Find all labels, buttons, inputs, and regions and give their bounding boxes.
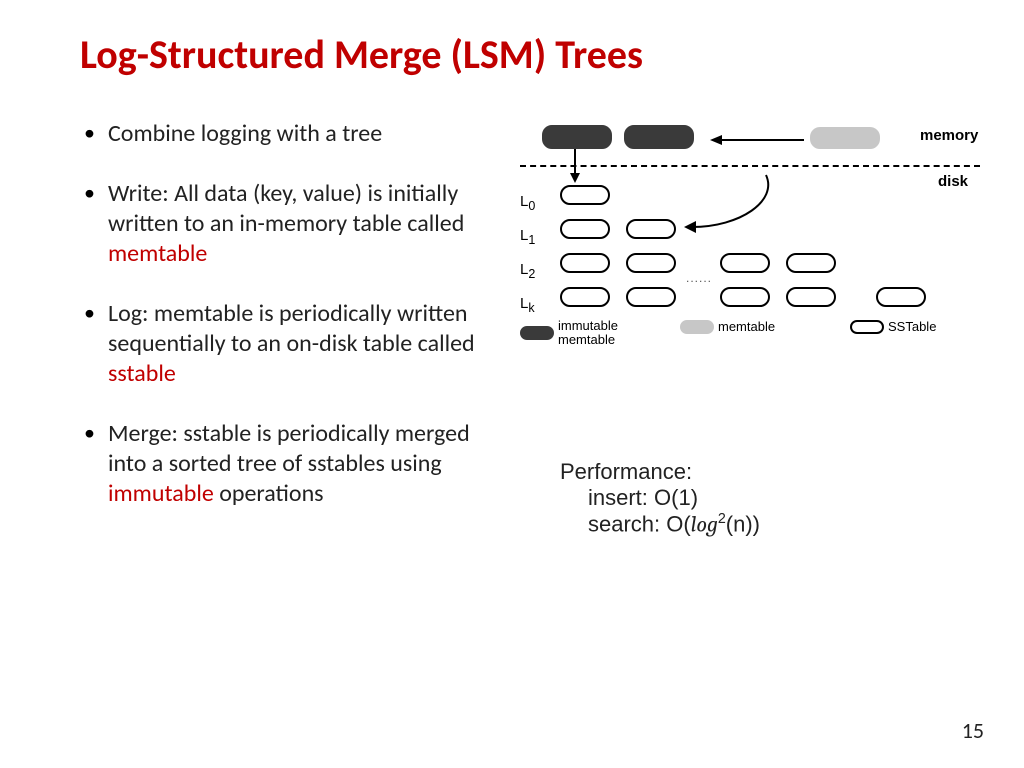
level-label-l1: L1: [520, 227, 535, 247]
performance-block: Performance: insert: O(1) search: O(log2…: [560, 459, 760, 537]
performance-search: search: O(log2(n)): [588, 511, 760, 537]
immutable-memtable-shape: [624, 125, 694, 149]
legend-swatch: [520, 326, 554, 340]
legend-label: memtable: [558, 333, 618, 347]
slide-title: Log-Structured Merge (LSM) Trees: [80, 30, 964, 79]
sstable-shape: [560, 219, 610, 239]
sstable-shape: [560, 287, 610, 307]
arrow-down-icon: [568, 149, 582, 183]
sstable-shape: [626, 253, 676, 273]
bullet-text: Log: memtable is periodically written se…: [108, 299, 475, 358]
legend-immutable-memtable: immutable memtable: [520, 319, 618, 346]
bullet-list: Combine logging with a tree Write: All d…: [80, 119, 500, 509]
body-columns: Combine logging with a tree Write: All d…: [80, 119, 964, 539]
sstable-shape: [720, 287, 770, 307]
performance-header: Performance:: [560, 459, 760, 485]
sstable-shape: [786, 287, 836, 307]
memtable-shape: [810, 127, 880, 149]
level-label-lk: Lk: [520, 295, 535, 315]
legend-label: memtable: [718, 319, 775, 334]
page-number: 15: [962, 717, 984, 744]
bullet-item: Merge: sstable is periodically merged in…: [80, 419, 500, 509]
memory-disk-divider: [520, 165, 980, 167]
sstable-shape: [876, 287, 926, 307]
level-label-l0: L0: [520, 193, 535, 213]
legend-label: immutable: [558, 319, 618, 333]
keyword-sstable: sstable: [108, 359, 176, 388]
performance-insert: insert: O(1): [588, 485, 760, 511]
right-column: memory disk L0 L1: [520, 119, 980, 539]
sstable-shape: [560, 185, 610, 205]
sstable-shape: [786, 253, 836, 273]
left-column: Combine logging with a tree Write: All d…: [80, 119, 500, 539]
legend-label: SSTable: [888, 319, 936, 334]
memory-label: memory: [920, 127, 978, 144]
immutable-memtable-shape: [542, 125, 612, 149]
arrow-left-icon: [710, 133, 806, 147]
bullet-text: Merge: sstable is periodically merged in…: [108, 419, 470, 478]
bullet-text: operations: [214, 479, 324, 508]
bullet-item: Combine logging with a tree: [80, 119, 500, 149]
keyword-memtable: memtable: [108, 239, 207, 268]
keyword-immutable: immutable: [108, 479, 214, 508]
sstable-shape: [720, 253, 770, 273]
bullet-item: Write: All data (key, value) is initiall…: [80, 179, 500, 269]
legend-swatch: [680, 320, 714, 334]
bullet-text: Combine logging with a tree: [108, 119, 382, 148]
sstable-shape: [626, 287, 676, 307]
level-label-l2: L2: [520, 261, 535, 281]
slide: Log-Structured Merge (LSM) Trees Combine…: [0, 0, 1024, 539]
compaction-arrow-icon: [670, 171, 790, 241]
bullet-text: Write: All data (key, value) is initiall…: [108, 179, 464, 238]
sstable-shape: [560, 253, 610, 273]
legend-sstable: SSTable: [850, 319, 936, 334]
sstable-shape: [626, 219, 676, 239]
legend-memtable: memtable: [680, 319, 775, 334]
bullet-item: Log: memtable is periodically written se…: [80, 299, 500, 389]
lsm-diagram: memory disk L0 L1: [520, 119, 980, 379]
disk-label: disk: [938, 173, 968, 190]
ellipsis: ......: [686, 271, 712, 285]
legend-swatch: [850, 320, 884, 334]
